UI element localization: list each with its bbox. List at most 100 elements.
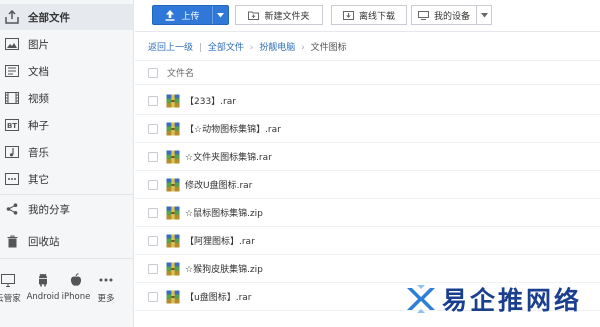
file-name: ☆文件夹图标集锦.rar <box>185 153 272 163</box>
file-name: 【u盘图标】.rar <box>185 293 252 303</box>
file-row[interactable]: 修改U盘图标.rar <box>135 171 600 199</box>
file-row[interactable]: ☆鼠标图标集锦.zip <box>135 199 600 227</box>
file-checkbox[interactable] <box>148 179 158 190</box>
file-row[interactable]: 【阿狸图标】.rar <box>135 227 600 255</box>
android-icon <box>35 272 51 288</box>
apple-icon <box>68 272 84 288</box>
watermark-text: 易企推网络 <box>442 286 583 315</box>
sidebar-item-recycle-bin[interactable]: 回收站 <box>0 228 134 254</box>
file-name: ☆猴狗皮肤集锦.zip <box>185 265 263 275</box>
offline-download-button[interactable]: 离线下载 <box>331 5 407 25</box>
file-checkbox[interactable] <box>148 235 158 246</box>
archive-file-icon <box>166 150 180 164</box>
watermark-logo-icon <box>407 285 435 313</box>
archive-file-icon <box>166 178 180 192</box>
archive-file-icon <box>166 262 180 276</box>
file-row[interactable]: ☆文件夹图标集锦.rar <box>135 143 600 171</box>
upload-main[interactable]: 上传 <box>153 9 212 22</box>
upload-box-icon <box>5 10 19 24</box>
device-label: Android <box>26 292 60 302</box>
toolbar: 上传 新建文件夹 离线下载 我的设备 <box>135 0 600 32</box>
file-checkbox[interactable] <box>148 151 158 162</box>
music-note-icon <box>5 145 19 159</box>
sidebar-item-my-share[interactable]: 我的分享 <box>0 196 134 222</box>
device-iphone[interactable]: iPhone <box>59 272 93 302</box>
breadcrumb-back-link[interactable]: 返回上一级 <box>148 43 193 53</box>
file-checkbox[interactable] <box>148 263 158 274</box>
svg-text:BT: BT <box>7 122 17 130</box>
device-label: iPhone <box>61 292 91 302</box>
document-icon <box>5 64 19 78</box>
device-more[interactable]: 更多 <box>89 272 123 304</box>
device-android[interactable]: Android <box>26 272 60 302</box>
sidebar: 全部文件 图片 文档 视频 BT 种子 音乐 其它 我的分享 回收站 管家 An… <box>0 0 134 327</box>
file-checkbox[interactable] <box>148 95 158 106</box>
my-device-label: 我的设备 <box>433 11 470 22</box>
breadcrumb-separator: | <box>198 43 202 53</box>
new-folder-icon <box>248 11 260 20</box>
upload-button[interactable]: 上传 <box>152 5 229 25</box>
archive-file-icon <box>166 122 180 136</box>
file-row[interactable]: ☆猴狗皮肤集锦.zip <box>135 255 600 283</box>
sidebar-item-label: 图片 <box>28 38 49 51</box>
picture-icon <box>5 37 19 51</box>
sidebar-item-videos[interactable]: 视频 <box>0 85 134 111</box>
file-name: ☆鼠标图标集锦.zip <box>185 209 263 219</box>
sidebar-item-label: 我的分享 <box>28 203 70 216</box>
sidebar-item-all-files[interactable]: 全部文件 <box>0 4 134 30</box>
offline-download-label: 离线下载 <box>358 11 395 22</box>
file-name: 【☆动物图标集锦】.rar <box>185 125 281 135</box>
file-row[interactable]: 【☆动物图标集锦】.rar <box>135 115 600 143</box>
more-dots-icon <box>98 272 114 288</box>
archive-file-icon <box>166 234 180 248</box>
caret-down-icon <box>217 12 224 17</box>
column-header-filename[interactable]: 文件名 <box>167 66 194 79</box>
file-name: 修改U盘图标.rar <box>185 181 253 191</box>
archive-file-icon <box>166 206 180 220</box>
sidebar-item-documents[interactable]: 文档 <box>0 58 134 84</box>
breadcrumb-folder[interactable]: 扮靓电脑 <box>259 43 295 53</box>
breadcrumb-all-files[interactable]: 全部文件 <box>208 43 244 53</box>
trash-icon <box>5 234 19 248</box>
select-all-checkbox[interactable] <box>148 67 158 78</box>
file-name: 【233】.rar <box>185 97 236 107</box>
device-label: 更多 <box>97 294 115 304</box>
share-icon <box>5 202 19 216</box>
file-list-header: 文件名 <box>135 60 600 85</box>
archive-file-icon <box>166 94 180 108</box>
sidebar-item-label: 视频 <box>28 92 49 105</box>
file-checkbox[interactable] <box>148 207 158 218</box>
sidebar-item-label: 音乐 <box>28 146 49 159</box>
caret-down-icon <box>480 12 488 17</box>
sidebar-item-label: 文档 <box>28 65 49 78</box>
monitor-icon <box>0 272 16 288</box>
breadcrumb-arrow: › <box>301 43 305 53</box>
file-row[interactable]: 【233】.rar <box>135 87 600 115</box>
sidebar-item-other[interactable]: 其它 <box>0 166 134 192</box>
device-icon <box>417 10 429 20</box>
my-device-dropdown-toggle[interactable] <box>477 5 492 25</box>
breadcrumb-current: 文件图标 <box>310 43 347 53</box>
upload-dropdown-toggle[interactable] <box>212 6 228 24</box>
more-dots-icon <box>5 172 19 186</box>
sidebar-item-pictures[interactable]: 图片 <box>0 31 134 57</box>
breadcrumb: 返回上一级 | 全部文件 › 扮靓电脑 › 文件图标 <box>148 40 347 53</box>
sidebar-item-music[interactable]: 音乐 <box>0 139 134 165</box>
device-cloud-manager[interactable]: 云管家 <box>0 272 25 304</box>
sidebar-item-torrents[interactable]: BT 种子 <box>0 112 134 138</box>
bt-icon: BT <box>5 118 19 132</box>
new-folder-button[interactable]: 新建文件夹 <box>235 5 323 25</box>
offline-download-icon <box>342 10 354 20</box>
upload-label: 上传 <box>181 11 200 22</box>
file-name: 【阿狸图标】.rar <box>185 237 255 247</box>
watermark: 易企推网络 <box>404 281 582 317</box>
file-checkbox[interactable] <box>148 291 158 302</box>
file-checkbox[interactable] <box>148 123 158 134</box>
sidebar-item-label: 全部文件 <box>28 11 70 24</box>
device-label: 云管家 <box>0 294 21 304</box>
sidebar-item-label: 种子 <box>28 119 49 132</box>
new-folder-label: 新建文件夹 <box>264 11 310 22</box>
my-device-button[interactable]: 我的设备 <box>411 5 477 25</box>
sidebar-item-label: 回收站 <box>28 235 60 248</box>
sidebar-divider <box>0 194 134 195</box>
